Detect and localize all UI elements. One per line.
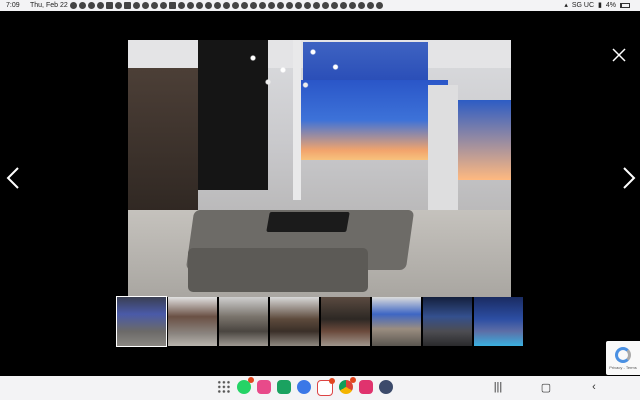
notification-icon — [97, 2, 104, 9]
notification-icon — [214, 2, 221, 9]
thumbnail[interactable] — [321, 297, 370, 346]
badge — [329, 378, 335, 384]
notification-icon — [331, 2, 338, 9]
notification-icon — [223, 2, 230, 9]
settings-icon[interactable] — [379, 380, 393, 394]
status-right: ▴ SG UC ▮ 4% — [564, 0, 630, 11]
badge — [350, 377, 356, 383]
chevron-left-icon — [6, 167, 19, 189]
recaptcha-icon — [615, 346, 631, 363]
previous-button[interactable] — [4, 165, 22, 191]
notification-icon — [358, 2, 365, 9]
recents-button[interactable]: ||| — [492, 381, 504, 393]
notification-icon — [340, 2, 347, 9]
notification-icon — [196, 2, 203, 9]
navigation-bar: ||| ▢ ‹ — [0, 376, 640, 400]
status-bar: 7:09 Thu, Feb 22 ▴ SG UC ▮ 4% — [0, 0, 640, 11]
notification-icon — [250, 2, 257, 9]
close-button[interactable] — [611, 47, 627, 63]
image-lightbox: Privacy - Terms — [0, 11, 640, 376]
messages-icon[interactable] — [297, 380, 311, 394]
thumbnail[interactable] — [219, 297, 268, 346]
chevron-right-icon — [623, 167, 636, 189]
back-icon: ‹ — [592, 381, 596, 393]
thumbnail[interactable] — [168, 297, 217, 346]
home-icon: ▢ — [540, 381, 552, 394]
thumbnail-strip — [116, 296, 523, 347]
notification-icon — [313, 2, 320, 9]
notification-icon — [295, 2, 302, 9]
signal-icon: ▴ — [564, 2, 568, 9]
gmail-icon[interactable] — [317, 378, 335, 396]
signal-bars-icon: ▮ — [598, 2, 602, 9]
whatsapp-icon[interactable] — [237, 377, 254, 394]
chrome-icon[interactable] — [339, 377, 356, 394]
notification-icon — [178, 2, 185, 9]
notification-icon — [151, 2, 158, 9]
chandelier — [223, 40, 373, 100]
coffee-table — [266, 212, 350, 232]
battery-icon — [620, 3, 630, 8]
notification-icon — [349, 2, 356, 9]
app-dock — [217, 377, 393, 396]
messenger-icon[interactable] — [257, 380, 271, 394]
notification-icon — [187, 2, 194, 9]
notification-icon — [286, 2, 293, 9]
badge — [248, 377, 254, 383]
battery-percent: 4% — [605, 2, 616, 9]
notification-icon — [106, 2, 113, 9]
apps-grid-icon[interactable] — [217, 380, 231, 394]
recents-icon: ||| — [493, 381, 503, 393]
notification-icon — [133, 2, 140, 9]
notification-icon — [241, 2, 248, 9]
thumbnail[interactable] — [270, 297, 319, 346]
recaptcha-badge[interactable]: Privacy - Terms — [606, 341, 640, 375]
notification-icon — [376, 2, 383, 9]
notification-icon — [88, 2, 95, 9]
status-date: Thu, Feb 22 — [30, 2, 68, 9]
notification-icon — [160, 2, 167, 9]
notification-icon — [268, 2, 275, 9]
notification-icons — [70, 2, 383, 9]
notification-icon — [115, 2, 122, 9]
home-button[interactable]: ▢ — [540, 381, 552, 394]
notification-icon — [79, 2, 86, 9]
carrier-label: SG UC — [571, 2, 595, 9]
thumbnail[interactable] — [474, 297, 523, 346]
close-icon — [612, 48, 626, 62]
notification-icon — [277, 2, 284, 9]
notification-icon — [259, 2, 266, 9]
notification-icon — [322, 2, 329, 9]
notification-icon — [232, 2, 239, 9]
notification-icon — [142, 2, 149, 9]
thumbnail[interactable] — [372, 297, 421, 346]
notification-icon — [304, 2, 311, 9]
flower-app-icon[interactable] — [359, 380, 373, 394]
status-time: 7:09 — [6, 2, 20, 9]
chat-icon[interactable] — [277, 380, 291, 394]
thumbnail[interactable] — [116, 296, 167, 347]
recaptcha-text: Privacy - Terms — [609, 364, 637, 370]
notification-icon — [169, 2, 176, 9]
notification-icon — [205, 2, 212, 9]
notification-icon — [124, 2, 131, 9]
notification-icon — [70, 2, 77, 9]
notification-icon — [367, 2, 374, 9]
main-photo — [128, 40, 511, 297]
thumbnail[interactable] — [423, 297, 472, 346]
back-button[interactable]: ‹ — [588, 381, 600, 393]
next-button[interactable] — [620, 165, 638, 191]
